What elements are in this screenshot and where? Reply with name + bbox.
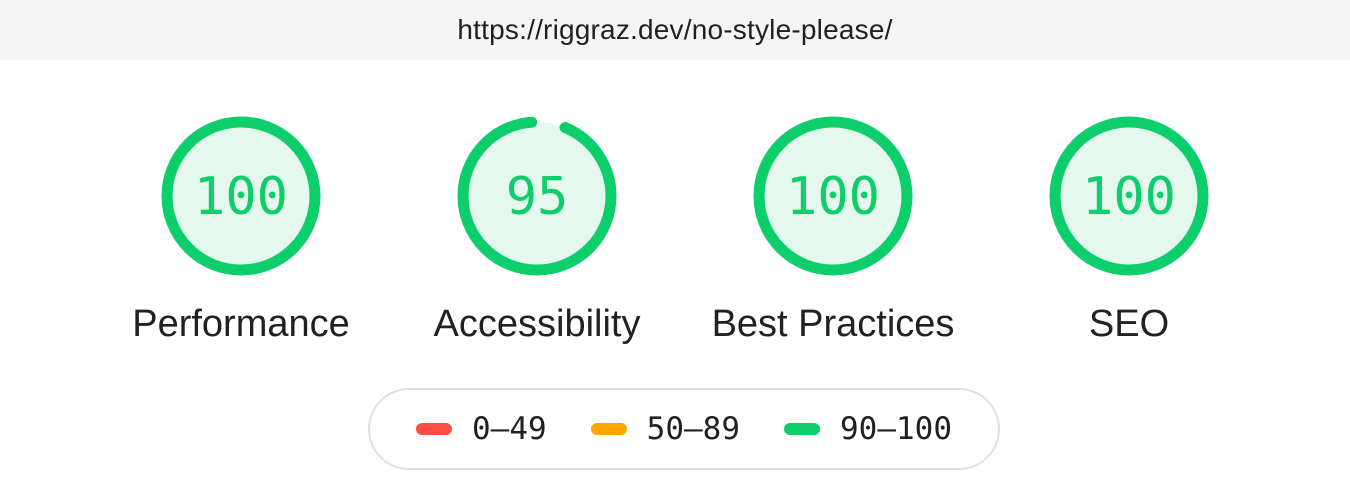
score-legend: 0–49 50–89 90–100 — [368, 388, 1000, 470]
gauge-score: 100 — [786, 167, 880, 227]
score-gauges: 100 Performance 95 Accessibility 100 Bes… — [0, 0, 1350, 380]
gauge-label: Accessibility — [433, 303, 641, 345]
gauge-score: 100 — [1082, 167, 1176, 227]
gauge-performance-ring: 100 — [161, 116, 321, 276]
gauge-accessibility-ring: 95 — [457, 116, 617, 276]
gauge-label: Performance — [132, 303, 350, 345]
gauge-best-practices-ring: 100 — [753, 116, 913, 276]
legend-swatch-orange — [590, 423, 627, 435]
legend-swatch-green — [784, 423, 820, 435]
legend-range: 90–100 — [840, 411, 952, 447]
legend-item-fail: 0–49 — [416, 411, 547, 447]
legend-range: 50–89 — [646, 411, 740, 447]
legend-item-pass: 90–100 — [784, 411, 952, 447]
gauge-accessibility[interactable]: 95 Accessibility — [407, 110, 667, 346]
gauge-performance[interactable]: 100 Performance — [111, 110, 371, 346]
gauge-score: 95 — [506, 167, 569, 227]
gauge-score: 100 — [194, 167, 288, 227]
gauge-seo-ring: 100 — [1049, 116, 1209, 276]
gauge-seo[interactable]: 100 SEO — [999, 110, 1259, 346]
legend-item-average: 50–89 — [590, 411, 740, 447]
gauge-label: SEO — [1088, 303, 1170, 345]
legend-swatch-red — [416, 423, 453, 435]
legend-range: 0–49 — [472, 411, 547, 447]
gauge-best-practices[interactable]: 100 Best Practices — [703, 110, 963, 346]
gauge-label: Best Practices — [711, 303, 955, 345]
